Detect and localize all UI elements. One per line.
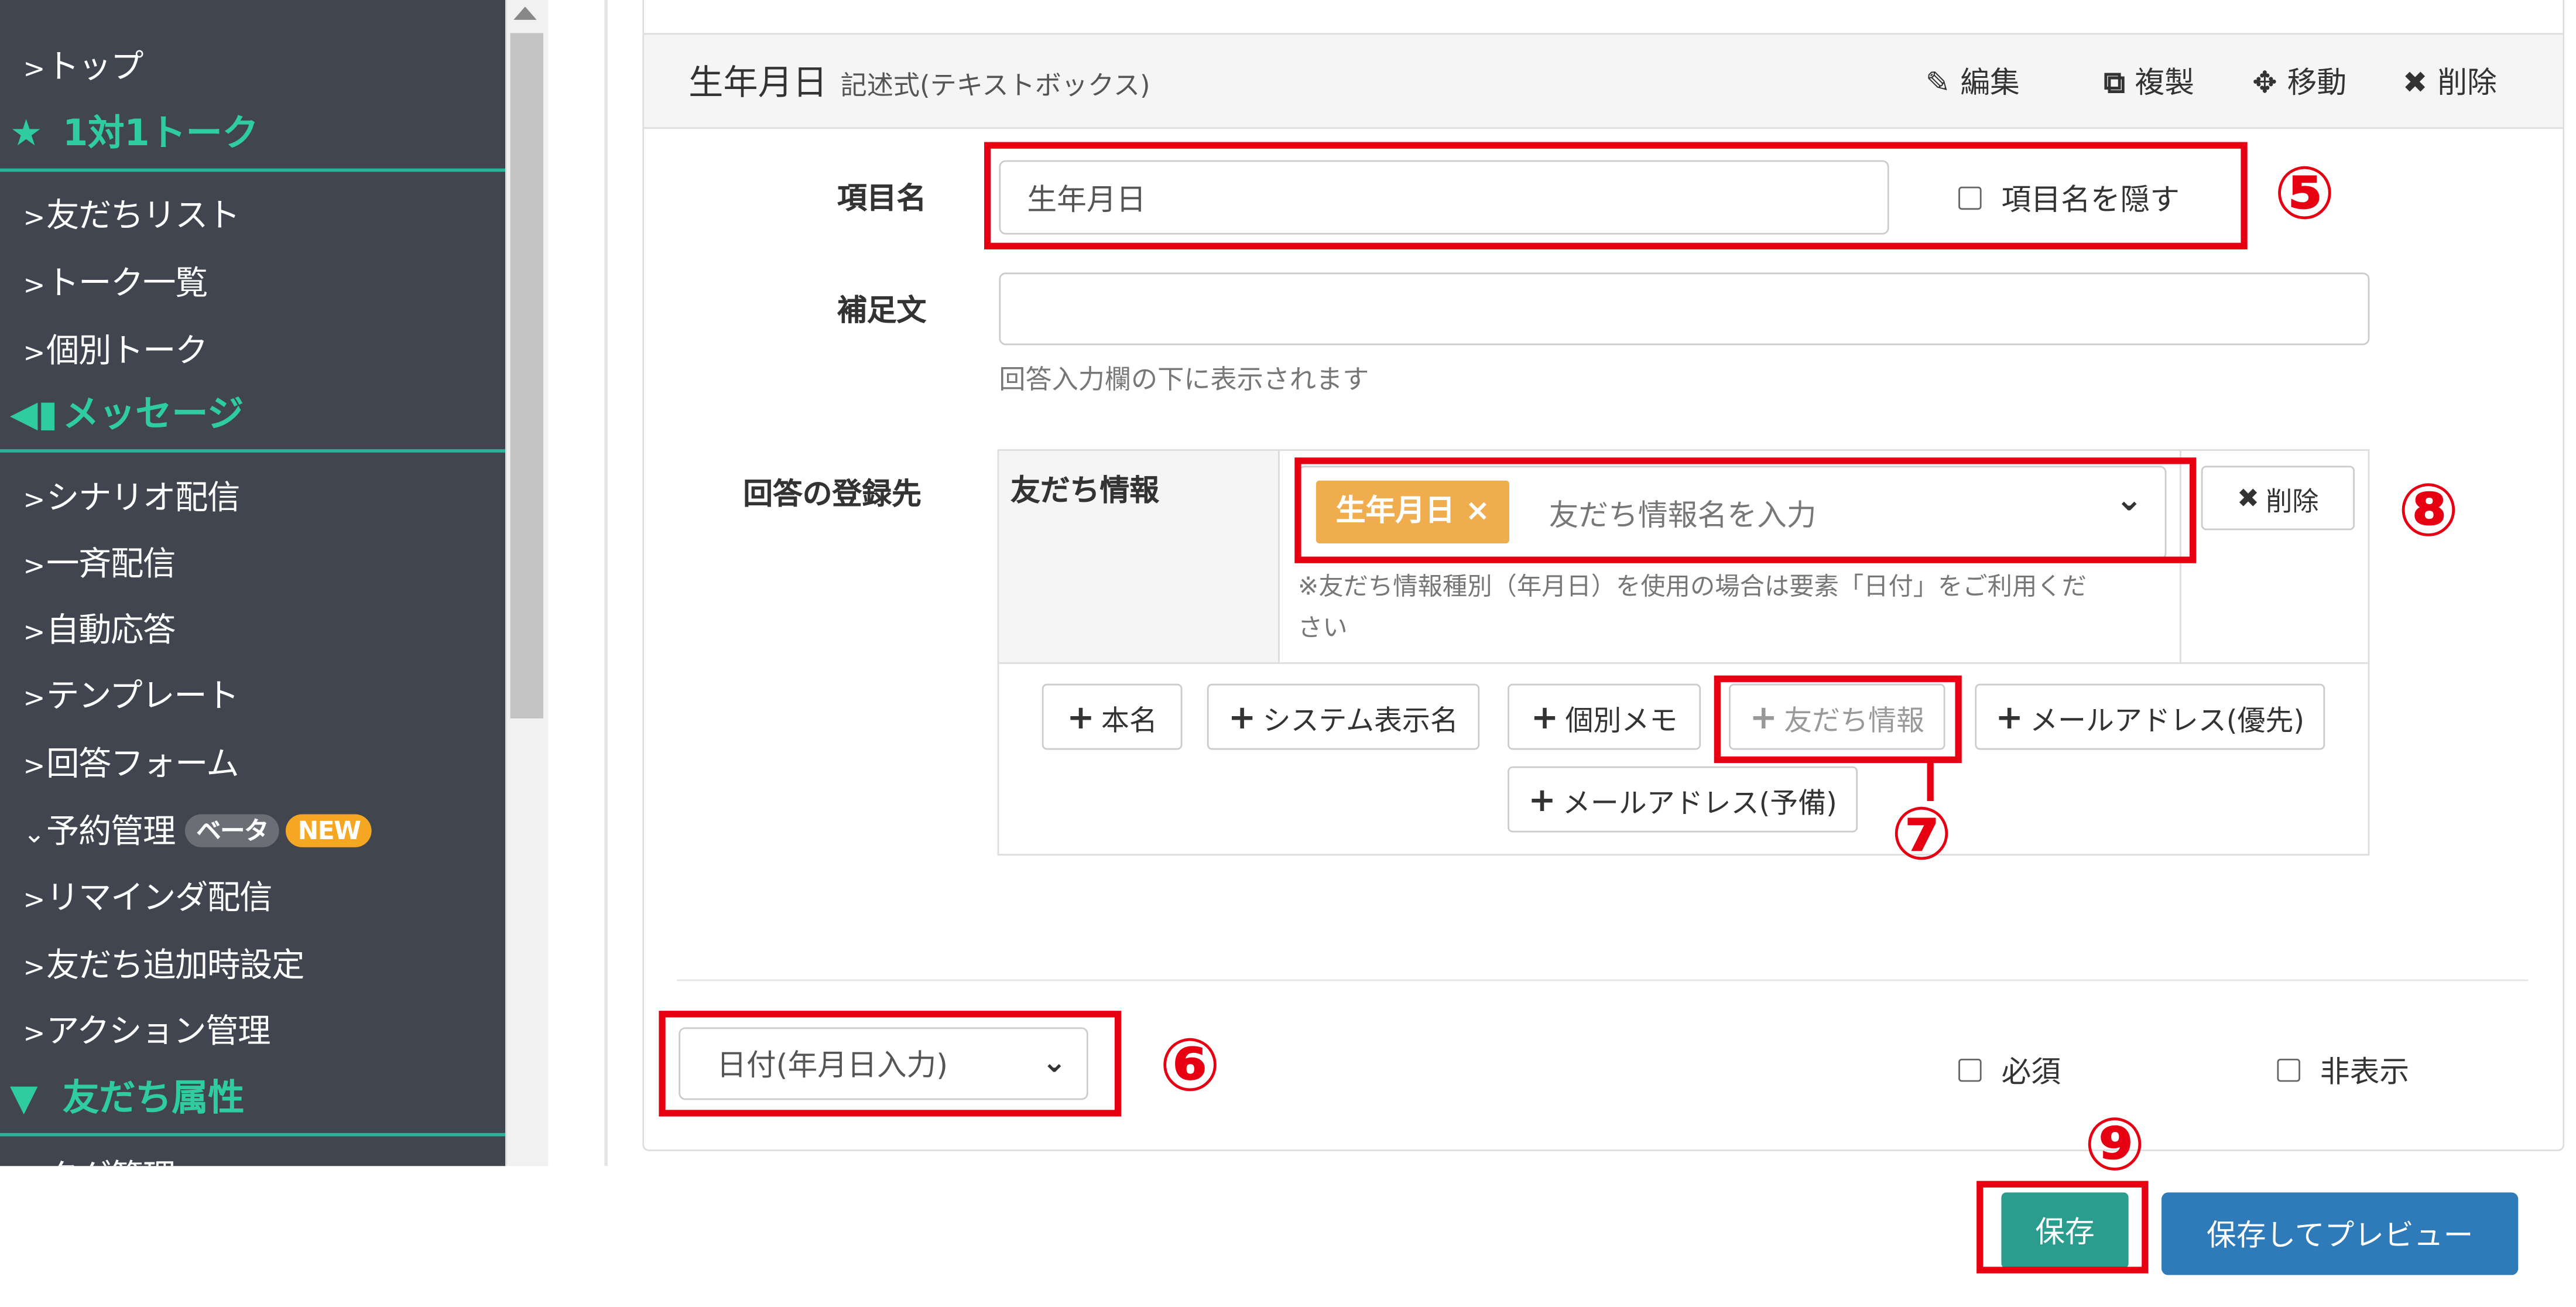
megaphone-icon: ◀▮ [9,395,58,436]
edit-button[interactable]: ✎ 編集 [1926,60,2020,102]
hidden-label: 非表示 [2320,1055,2410,1090]
copy-icon: ⧉ [2104,66,2125,101]
required-label: 必須 [2001,1055,2061,1090]
annotation-number-9: ⑨ [2084,1103,2146,1188]
close-icon: ✖ [2237,482,2259,514]
sidebar-item-scenario[interactable]: > シナリオ配信 [23,471,240,519]
annotation-number-8: ⑧ [2397,469,2459,553]
question-title: 生年月日 記述式(テキストボックス) [688,63,1150,102]
sidebar: > トップ ★ 1対1トーク > 友だちリスト > トーク一覧 > 個別トーク ◀▮ メッセ… [0,0,506,1166]
plus-icon: + [1530,697,1559,737]
save-and-preview-button[interactable]: 保存してプレビュー [2161,1192,2519,1275]
sidebar-item-tag-management[interactable]: >タグ管理 [23,1149,176,1166]
friend-info-note-line1: ※友だち情報種別（年月日）を使用の場合は要素「日付」をご利用くだ [1297,571,2087,601]
sidebar-item-broadcast[interactable]: > 一斉配信 [23,537,176,585]
move-button[interactable]: ✥ 移動 [2252,60,2347,102]
plus-icon: + [1995,697,2023,737]
answer-destination-label: 回答の登録先 [743,477,922,512]
plus-icon: + [1228,697,1256,737]
add-system-name-button[interactable]: + システム表示名 [1207,683,1480,750]
sidebar-item-action-management[interactable]: > アクション管理 [23,1004,270,1052]
destination-row-delete-button[interactable]: ✖ 削除 [2201,466,2355,531]
sidebar-item-talk-list[interactable]: > トーク一覧 [23,256,208,304]
question-type: 記述式(テキストボックス) [840,69,1150,101]
beta-badge: ベータ [184,814,280,847]
annotation-box-8 [1294,457,2197,563]
content-divider [604,0,608,1166]
close-icon: ✖ [2402,66,2428,101]
sidebar-item-friend-add-settings[interactable]: > 友だち追加時設定 [23,938,304,986]
sidebar-item-individual-talk[interactable]: > 個別トーク [23,324,208,372]
sidebar-item-template[interactable]: > テンプレート [23,669,239,717]
friend-info-type-label: 友だち情報 [1010,474,1159,509]
annotation-box-9 [1976,1181,2149,1274]
sidebar-item-reservation[interactable]: ⌄ 予約管理 ベータ NEW [23,805,372,853]
sidebar-item-auto-reply[interactable]: > 自動応答 [23,603,176,651]
annotation-box-6 [659,1011,1122,1117]
scrollbar-thumb[interactable] [510,33,543,718]
supplement-help-text: 回答入力欄の下に表示されます [999,363,1369,395]
plus-icon: + [1528,779,1556,819]
sidebar-item-answer-form[interactable]: > 回答フォーム [23,737,239,785]
add-real-name-button[interactable]: + 本名 [1042,683,1183,750]
annotation-number-7: ⑦ [1890,792,1952,877]
annotation-number-6: ⑥ [1159,1024,1221,1108]
sidebar-section-one-on-one-talk: ★ 1対1トーク [0,102,506,172]
add-email-backup-button[interactable]: + メールアドレス(予備) [1508,766,1858,833]
sidebar-item-friends-list[interactable]: > 友だちリスト [23,189,240,237]
move-arrows-icon: ✥ [2252,66,2277,101]
annotation-box-7 [1714,675,1962,764]
add-email-primary-button[interactable]: + メールアドレス(優先) [1975,683,2325,750]
supplement-label: 補足文 [837,294,927,329]
plus-icon: + [1067,697,1095,737]
sidebar-item-reminder[interactable]: > リマインダ配信 [23,870,272,918]
destination-row-divider [999,662,2368,664]
supplement-input[interactable] [999,272,2370,345]
sidebar-section-friend-attributes: ▼ 友だち属性 [0,1067,506,1137]
item-name-label: 項目名 [837,182,927,217]
required-checkbox[interactable] [1958,1058,1982,1082]
filter-icon: ▼ [9,1078,38,1120]
sidebar-section-message: ◀▮ メッセージ [0,383,506,453]
duplicate-button[interactable]: ⧉ 複製 [2104,60,2194,102]
hidden-checkbox[interactable] [2277,1058,2300,1082]
pencil-icon: ✎ [1925,66,1951,101]
card-footer-divider [677,979,2529,981]
star-icon: ★ [9,114,43,156]
annotation-box-5 [984,142,2248,249]
scroll-up-arrow-icon[interactable] [513,6,537,20]
add-memo-button[interactable]: + 個別メモ [1508,683,1701,750]
sidebar-item-top[interactable]: > トップ [23,40,143,88]
friend-info-note-line2: さい [1297,613,1348,643]
delete-button[interactable]: ✖ 削除 [2403,60,2497,102]
new-badge: NEW [286,814,372,847]
annotation-number-5: ⑤ [2273,152,2335,237]
